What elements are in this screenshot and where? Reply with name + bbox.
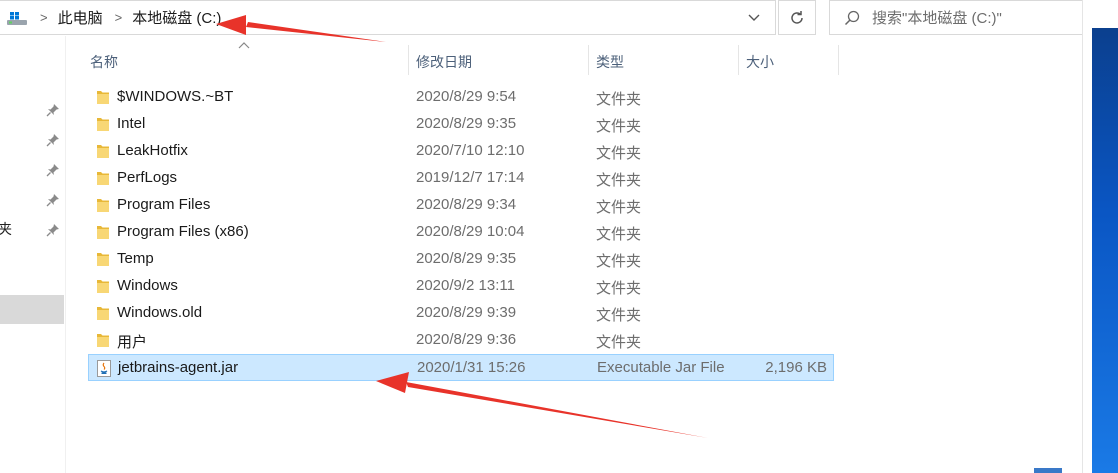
file-row[interactable]: PerfLogs 2019/12/7 17:14 文件夹 <box>88 165 834 192</box>
folder-icon <box>97 91 109 104</box>
folder-icon <box>97 280 109 293</box>
file-name: jetbrains-agent.jar <box>118 359 239 376</box>
file-date: 2020/8/29 9:34 <box>416 196 517 213</box>
nav-item-partial-label[interactable]: 夹 <box>0 219 12 239</box>
column-divider[interactable] <box>738 45 739 75</box>
file-date: 2020/8/29 9:36 <box>416 331 517 348</box>
folder-icon <box>97 118 109 131</box>
sort-ascending-icon <box>238 42 250 49</box>
file-date: 2020/1/31 15:26 <box>417 359 526 376</box>
java-jar-icon <box>97 360 111 377</box>
file-type: 文件夹 <box>596 307 642 324</box>
file-name: Temp <box>117 250 154 267</box>
nav-item-selected[interactable] <box>0 295 64 324</box>
breadcrumb-this-pc[interactable]: 此电脑 <box>58 7 103 28</box>
this-pc-icon <box>6 10 28 26</box>
file-row[interactable]: Intel 2020/8/29 9:35 文件夹 <box>88 111 834 138</box>
file-type: 文件夹 <box>596 91 642 108</box>
refresh-icon <box>791 10 803 24</box>
file-name: Intel <box>117 115 146 132</box>
folder-icon <box>97 172 109 185</box>
pin-icon[interactable] <box>46 163 60 177</box>
file-row[interactable]: LeakHotfix 2020/7/10 12:10 文件夹 <box>88 138 834 165</box>
column-header-date[interactable]: 修改日期 <box>416 52 472 72</box>
search-placeholder: 搜索"本地磁盘 (C:)" <box>872 10 1002 27</box>
file-date: 2020/7/10 12:10 <box>416 142 525 159</box>
file-row[interactable]: jetbrains-agent.jar 2020/1/31 15:26 Execut… <box>88 354 834 381</box>
file-date: 2020/8/29 9:35 <box>416 250 517 267</box>
folder-icon <box>97 145 109 158</box>
pin-icon[interactable] <box>46 193 60 207</box>
file-name: Program Files (x86) <box>117 223 249 240</box>
file-row[interactable]: Temp 2020/8/29 9:35 文件夹 <box>88 246 834 273</box>
file-type: 文件夹 <box>596 118 642 135</box>
file-name: Windows <box>117 277 178 294</box>
file-name: $WINDOWS.~BT <box>117 88 234 105</box>
column-divider[interactable] <box>588 45 589 75</box>
file-name: Windows.old <box>117 304 203 321</box>
file-date: 2020/8/29 9:35 <box>416 115 517 132</box>
file-date: 2019/12/7 17:14 <box>416 169 525 186</box>
file-type: 文件夹 <box>596 253 642 270</box>
file-row[interactable]: Program Files (x86) 2020/8/29 10:04 文件夹 <box>88 219 834 246</box>
window-edge <box>1092 0 1118 28</box>
navigation-pane[interactable] <box>0 36 66 473</box>
scrollbar-track[interactable] <box>1082 0 1083 473</box>
file-type: 文件夹 <box>596 226 642 243</box>
file-type: 文件夹 <box>596 199 642 216</box>
breadcrumb-separator[interactable]: > <box>115 10 123 25</box>
breadcrumb-local-disk-c[interactable]: 本地磁盘 (C:) <box>132 7 221 28</box>
search-box[interactable]: 搜索"本地磁盘 (C:)" <box>829 0 1083 35</box>
file-type: 文件夹 <box>596 280 642 297</box>
folder-icon <box>97 199 109 212</box>
file-name: 用户 <box>117 334 148 351</box>
file-date: 2020/8/29 9:54 <box>416 88 517 105</box>
file-type: 文件夹 <box>596 172 642 189</box>
file-row[interactable]: Windows.old 2020/8/29 9:39 文件夹 <box>88 300 834 327</box>
file-type: Executable Jar File <box>597 359 725 376</box>
file-row[interactable]: Program Files 2020/8/29 9:34 文件夹 <box>88 192 834 219</box>
file-size: 2,196 KB <box>765 359 827 376</box>
file-type: 文件夹 <box>596 334 642 351</box>
annotation-arrow-bottom <box>376 372 708 438</box>
file-row[interactable]: 用户 2020/8/29 9:36 文件夹 <box>88 327 834 354</box>
file-date: 2020/8/29 9:39 <box>416 304 517 321</box>
column-header-size[interactable]: 大小 <box>746 52 774 72</box>
file-row[interactable]: $WINDOWS.~BT 2020/8/29 9:54 文件夹 <box>88 84 834 111</box>
pin-icon[interactable] <box>46 133 60 147</box>
file-name: LeakHotfix <box>117 142 188 159</box>
folder-icon <box>97 307 109 320</box>
address-history-dropdown[interactable] <box>739 1 769 34</box>
desktop-background <box>1092 0 1118 473</box>
file-date: 2020/8/29 10:04 <box>416 223 525 240</box>
pin-icon[interactable] <box>46 223 60 237</box>
chevron-down-icon <box>748 14 760 21</box>
column-divider[interactable] <box>838 45 839 75</box>
file-type: 文件夹 <box>596 145 642 162</box>
column-header-type[interactable]: 类型 <box>596 52 624 72</box>
column-divider[interactable] <box>408 45 409 75</box>
folder-icon <box>97 253 109 266</box>
address-bar[interactable]: > 此电脑 > 本地磁盘 (C:) <box>0 0 776 35</box>
breadcrumb-separator[interactable]: > <box>40 10 48 25</box>
pin-icon[interactable] <box>46 103 60 117</box>
search-icon <box>844 10 860 26</box>
taskbar-fragment <box>1034 468 1062 473</box>
file-row[interactable]: Windows 2020/9/2 13:11 文件夹 <box>88 273 834 300</box>
folder-icon <box>97 226 109 239</box>
folder-icon <box>97 334 109 347</box>
file-name: PerfLogs <box>117 169 178 186</box>
column-header-name[interactable]: 名称 <box>90 52 118 72</box>
refresh-button[interactable] <box>778 0 816 35</box>
file-date: 2020/9/2 13:11 <box>416 277 515 294</box>
file-name: Program Files <box>117 196 211 213</box>
